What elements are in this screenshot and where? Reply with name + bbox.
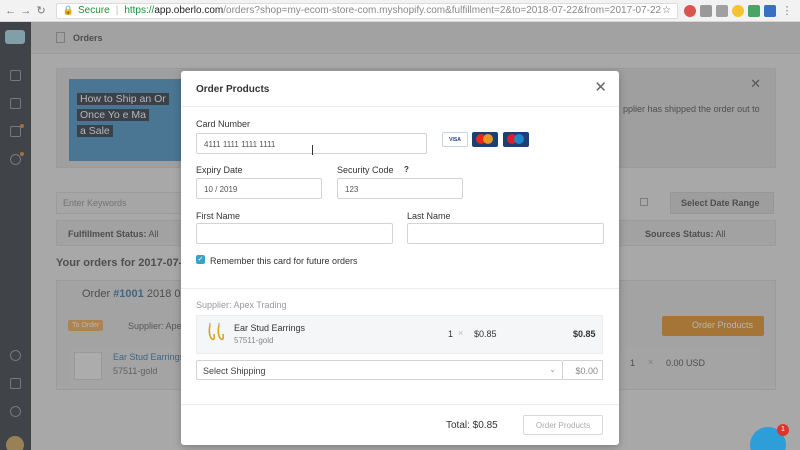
expiry-date-input[interactable]: 10 / 2019 bbox=[196, 178, 322, 199]
first-name-input[interactable] bbox=[196, 223, 393, 244]
forward-icon[interactable]: → bbox=[19, 4, 32, 18]
expiry-date-label: Expiry Date bbox=[196, 165, 243, 175]
url-scheme: https:// bbox=[124, 5, 155, 16]
order-total: Total: $0.85 bbox=[446, 420, 498, 431]
help-icon[interactable]: ? bbox=[404, 165, 409, 174]
extension-icon[interactable] bbox=[732, 4, 744, 17]
remember-card-label: Remember this card for future orders bbox=[210, 256, 358, 266]
remember-card-checkbox[interactable]: ✓ bbox=[196, 255, 205, 264]
security-code-input[interactable]: 123 bbox=[337, 178, 463, 199]
extension-icon[interactable] bbox=[684, 4, 696, 17]
address-separator: | bbox=[115, 5, 119, 16]
security-code-label: Security Code bbox=[337, 165, 394, 175]
divider bbox=[181, 288, 619, 289]
product-name: Ear Stud Earrings bbox=[234, 323, 306, 333]
reload-icon[interactable]: ↻ bbox=[35, 4, 48, 18]
extension-icon[interactable] bbox=[700, 4, 712, 17]
menu-kebab-icon[interactable]: ⋮ bbox=[780, 4, 794, 18]
earring-thumbnail bbox=[208, 322, 225, 341]
modal-header: Order Products ✕ bbox=[181, 71, 619, 107]
visa-icon: VISA bbox=[442, 132, 468, 147]
extension-icon[interactable] bbox=[716, 4, 728, 17]
product-quantity: 1 bbox=[448, 329, 454, 339]
supplier-label: Supplier: Apex Trading bbox=[196, 300, 287, 310]
shipping-price: $0.00 bbox=[563, 360, 603, 380]
product-sku: 57511-gold bbox=[234, 336, 274, 345]
extensions: ⋮ bbox=[684, 4, 796, 18]
secure-label: Secure bbox=[78, 5, 110, 16]
chevron-down-icon: ⌄ bbox=[549, 365, 556, 374]
extension-icon[interactable] bbox=[764, 4, 776, 17]
shipping-select-value: Select Shipping bbox=[203, 366, 266, 376]
text-cursor bbox=[312, 145, 313, 155]
url-path: /orders?shop=my-ecom-store-com.myshopify… bbox=[223, 5, 662, 16]
order-products-modal: Order Products ✕ Card Number 4111 1111 1… bbox=[181, 71, 619, 445]
order-products-submit-button[interactable]: Order Products bbox=[523, 415, 603, 435]
first-name-label: First Name bbox=[196, 211, 241, 221]
divider bbox=[181, 404, 619, 405]
card-number-label: Card Number bbox=[196, 119, 251, 129]
maestro-icon bbox=[503, 132, 529, 147]
back-icon[interactable]: ← bbox=[4, 4, 17, 18]
last-name-input[interactable] bbox=[407, 223, 604, 244]
close-icon[interactable]: ✕ bbox=[594, 80, 607, 95]
last-name-label: Last Name bbox=[407, 211, 451, 221]
extension-icon[interactable] bbox=[748, 4, 760, 17]
product-unit-price: $0.85 bbox=[474, 329, 497, 339]
multiply-icon: × bbox=[458, 328, 464, 338]
browser-toolbar: ← → ↻ 🔒 Secure | https:// app.oberlo.com… bbox=[0, 0, 800, 22]
url-host: app.oberlo.com bbox=[154, 5, 224, 16]
lock-icon: 🔒 bbox=[62, 5, 75, 15]
address-bar[interactable]: 🔒 Secure | https:// app.oberlo.com /orde… bbox=[55, 2, 678, 19]
chat-badge: 1 bbox=[777, 424, 789, 436]
shipping-select[interactable]: Select Shipping ⌄ bbox=[196, 360, 563, 380]
mastercard-icon bbox=[472, 132, 498, 147]
bookmark-star-icon[interactable]: ☆ bbox=[662, 5, 671, 16]
modal-title: Order Products bbox=[196, 84, 270, 95]
product-line-total: $0.85 bbox=[573, 329, 596, 339]
order-line-item bbox=[196, 315, 603, 354]
